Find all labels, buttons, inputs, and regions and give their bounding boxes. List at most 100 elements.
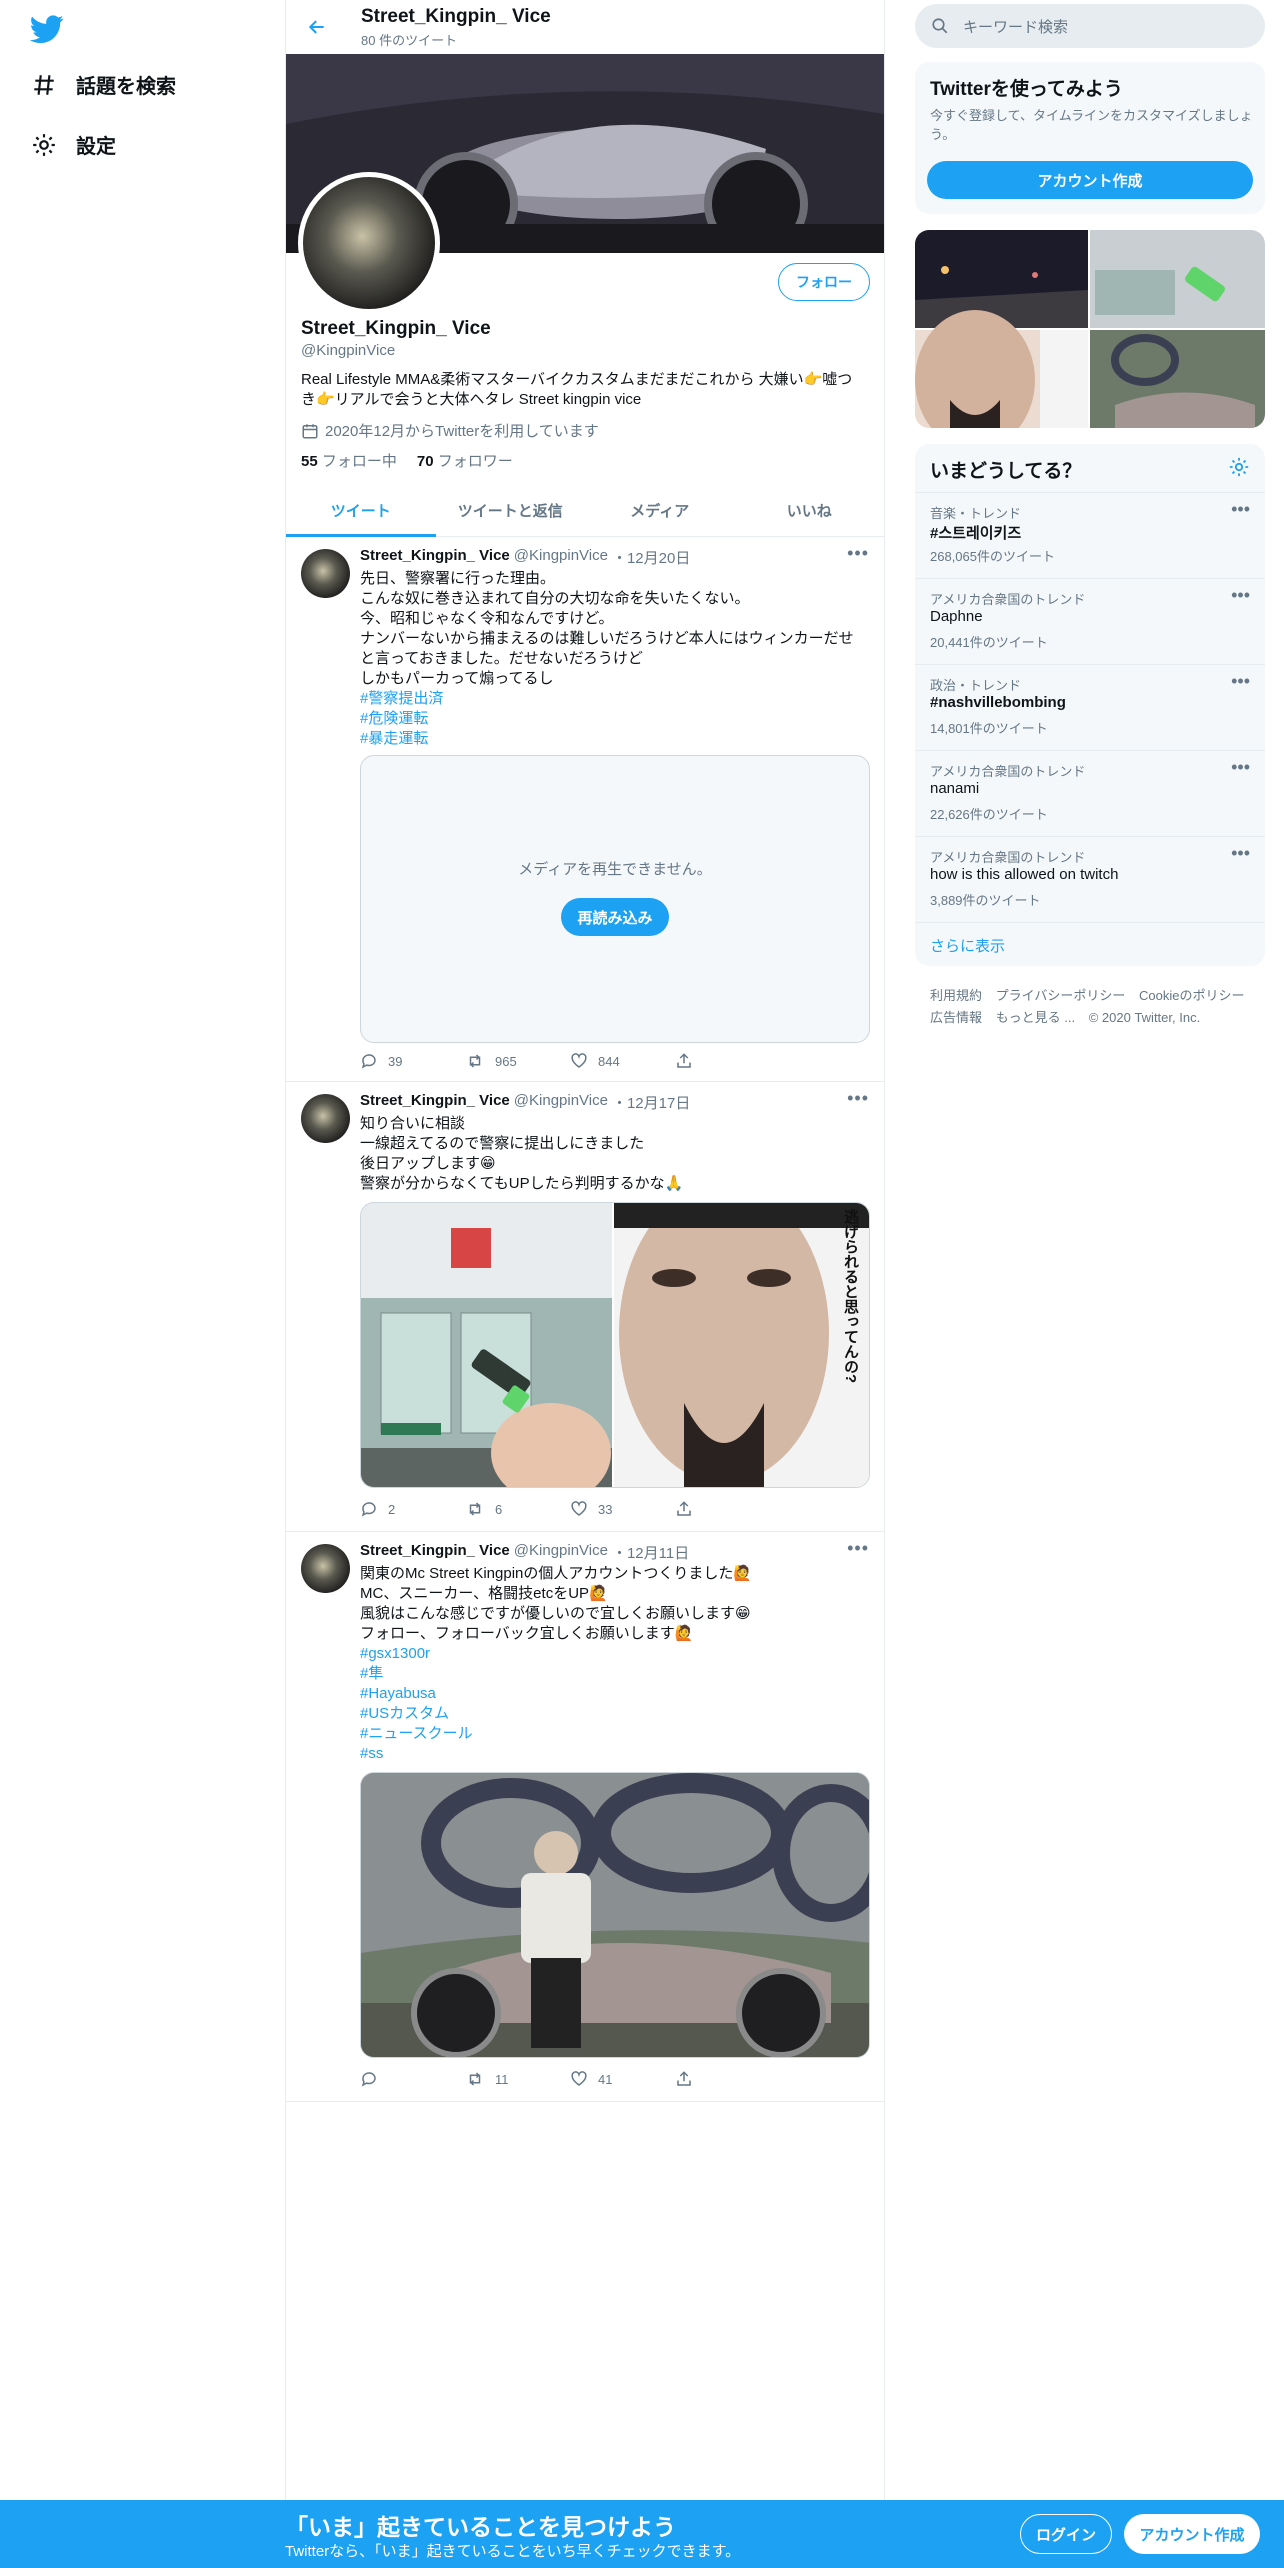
- like-button[interactable]: 41: [570, 2070, 675, 2088]
- footer-link[interactable]: プライバシーポリシー: [996, 988, 1126, 1003]
- profile-avatar[interactable]: [298, 172, 440, 314]
- tweet-author-handle[interactable]: @KingpinVice: [514, 1092, 608, 1113]
- tweet-date[interactable]: ・12月11日: [612, 1542, 689, 1563]
- twitter-logo-icon[interactable]: [29, 12, 64, 46]
- more-icon[interactable]: •••: [1231, 499, 1250, 520]
- profile-handle: @KingpinVice: [301, 342, 396, 359]
- reply-button[interactable]: [360, 2070, 465, 2088]
- trend-count: 22,626件のツイート: [930, 807, 1048, 822]
- retweet-button[interactable]: 6: [465, 1500, 570, 1518]
- signup-button[interactable]: アカウント作成: [1124, 2514, 1260, 2554]
- more-icon[interactable]: •••: [1231, 757, 1250, 778]
- tweet-date[interactable]: ・12月17日: [612, 1092, 690, 1113]
- profile-joined: 2020年12月からTwitterを利用しています: [301, 420, 599, 441]
- following-link[interactable]: 55 フォロー中: [301, 450, 397, 471]
- tweet-line: 関東のMc Street Kingpinの個人アカウントつくりました🙋: [360, 1565, 753, 1582]
- reply-button[interactable]: 2: [360, 1500, 465, 1518]
- hashtag-link[interactable]: #隼: [360, 1664, 870, 1684]
- tweet-photo[interactable]: 逃げられると思ってんの?: [614, 1203, 869, 1487]
- tweet-photo[interactable]: [361, 1203, 614, 1487]
- signup-card: Twitterを使ってみよう 今すぐ登録して、タイムラインをカスタマイズしましょ…: [915, 62, 1265, 214]
- like-button[interactable]: 33: [570, 1500, 675, 1518]
- tweet-author-handle[interactable]: @KingpinVice: [514, 1542, 608, 1563]
- media-thumb[interactable]: [1090, 230, 1265, 328]
- tweet-author-name[interactable]: Street_Kingpin_ Vice: [360, 547, 510, 568]
- search-placeholder: キーワード検索: [963, 18, 1069, 36]
- like-count: 33: [598, 1501, 613, 1517]
- trend-item[interactable]: アメリカ合衆国のトレンド nanami 22,626件のツイート •••: [915, 750, 1265, 836]
- hashtag-link[interactable]: #危険運転: [360, 709, 870, 729]
- tweet-photo[interactable]: [360, 1772, 870, 2058]
- hashtag-link[interactable]: #暴走運転: [360, 729, 870, 749]
- trend-category: アメリカ合衆国のトレンド: [930, 592, 1086, 607]
- share-button[interactable]: [675, 2070, 780, 2088]
- show-more-link[interactable]: さらに表示: [930, 935, 1005, 956]
- more-icon[interactable]: •••: [847, 1088, 869, 1109]
- hashtag-link[interactable]: #ss: [360, 1744, 870, 1764]
- tab-media[interactable]: メディア: [585, 485, 735, 536]
- more-icon[interactable]: •••: [1231, 671, 1250, 692]
- share-button[interactable]: [675, 1500, 780, 1518]
- reload-button[interactable]: 再読み込み: [561, 898, 669, 936]
- media-thumb[interactable]: [1090, 330, 1265, 428]
- tweet-author-handle[interactable]: @KingpinVice: [514, 547, 608, 568]
- tab-tweets[interactable]: ツイート: [286, 485, 436, 537]
- trend-item[interactable]: 音楽・トレンド #스트레이키즈 268,065件のツイート •••: [915, 492, 1265, 578]
- heart-icon: [570, 1052, 588, 1070]
- tweet-author-name[interactable]: Street_Kingpin_ Vice: [360, 1092, 510, 1113]
- trend-category: アメリカ合衆国のトレンド: [930, 850, 1086, 865]
- tweet-line: 後日アップします😁: [360, 1155, 496, 1172]
- trend-item[interactable]: アメリカ合衆国のトレンド how is this allowed on twit…: [915, 836, 1265, 922]
- tweet-date[interactable]: ・12月20日: [612, 547, 690, 568]
- trend-category: 政治・トレンド: [930, 678, 1022, 693]
- footer-link[interactable]: Cookieのポリシー: [1139, 988, 1244, 1003]
- nav-explore[interactable]: 話題を検索: [30, 70, 176, 99]
- hashtag-link[interactable]: #USカスタム: [360, 1704, 870, 1724]
- back-arrow-icon[interactable]: [302, 12, 332, 42]
- tweet-line: 一線超えてるので警察に提出しにきました: [360, 1135, 645, 1152]
- tweet[interactable]: Street_Kingpin_ Vice @KingpinVice ・12月11…: [286, 1532, 884, 2102]
- avatar[interactable]: [301, 1094, 350, 1143]
- followers-label: フォロワー: [437, 453, 513, 470]
- tweet-author-name[interactable]: Street_Kingpin_ Vice: [360, 1542, 510, 1563]
- gear-icon[interactable]: [1228, 456, 1250, 478]
- tweet[interactable]: Street_Kingpin_ Vice @KingpinVice ・12月20…: [286, 537, 884, 1082]
- trend-count: 3,889件のツイート: [930, 893, 1041, 908]
- trend-item[interactable]: アメリカ合衆国のトレンド Daphne 20,441件のツイート •••: [915, 578, 1265, 664]
- login-button[interactable]: ログイン: [1020, 2514, 1112, 2554]
- more-icon[interactable]: •••: [847, 1538, 869, 1559]
- trend-item[interactable]: 政治・トレンド #nashvillebombing 14,801件のツイート •…: [915, 664, 1265, 750]
- trend-name: Daphne: [930, 608, 983, 625]
- signup-card-title: Twitterを使ってみよう: [930, 79, 1123, 100]
- more-icon[interactable]: •••: [1231, 843, 1250, 864]
- avatar[interactable]: [301, 1544, 350, 1593]
- tab-likes[interactable]: いいね: [735, 485, 885, 536]
- search-input[interactable]: キーワード検索: [915, 4, 1265, 48]
- follow-button[interactable]: フォロー: [778, 263, 870, 301]
- signup-card-button[interactable]: アカウント作成: [927, 161, 1253, 199]
- trend-count: 14,801件のツイート: [930, 721, 1048, 736]
- avatar[interactable]: [301, 549, 350, 598]
- footer-more-link[interactable]: もっと見る ...: [996, 1010, 1075, 1025]
- reply-button[interactable]: 39: [360, 1052, 465, 1070]
- retweet-button[interactable]: 965: [465, 1052, 570, 1070]
- tab-tweets-replies[interactable]: ツイートと返信: [436, 485, 586, 536]
- hashtag-link[interactable]: #警察提出済: [360, 689, 870, 709]
- retweet-button[interactable]: 11: [465, 2070, 570, 2088]
- like-button[interactable]: 844: [570, 1052, 675, 1070]
- followers-link[interactable]: 70 フォロワー: [417, 450, 513, 471]
- tweet-header: Street_Kingpin_ Vice @KingpinVice ・12月17…: [360, 1092, 690, 1113]
- hashtag-link[interactable]: #ニュースクール: [360, 1724, 870, 1744]
- footer-link[interactable]: 広告情報: [930, 1010, 982, 1025]
- nav-settings[interactable]: 設定: [30, 130, 116, 159]
- tweet[interactable]: Street_Kingpin_ Vice @KingpinVice ・12月17…: [286, 1082, 884, 1532]
- heart-icon: [570, 1500, 588, 1518]
- share-button[interactable]: [675, 1052, 780, 1070]
- footer-link[interactable]: 利用規約: [930, 988, 982, 1003]
- hashtag-link[interactable]: #Hayabusa: [360, 1684, 870, 1704]
- more-icon[interactable]: •••: [1231, 585, 1250, 606]
- hashtag-link[interactable]: #gsx1300r: [360, 1644, 870, 1664]
- media-thumb[interactable]: [915, 230, 1088, 328]
- more-icon[interactable]: •••: [847, 543, 869, 564]
- copyright: © 2020 Twitter, Inc.: [1088, 1010, 1201, 1025]
